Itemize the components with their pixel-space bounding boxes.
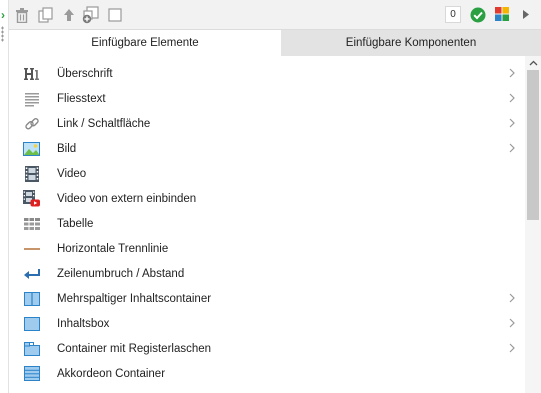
list-item-label: Überschrift [57, 67, 113, 80]
chevron-right-icon[interactable] [505, 116, 519, 130]
list-item-multicolumn-container[interactable]: Mehrspaltiger Inhaltscontainer [9, 286, 525, 311]
list-item-link[interactable]: Link / Schaltfläche [9, 111, 525, 136]
insert-component-icon[interactable] [82, 6, 100, 24]
toolbar: 0 [9, 0, 541, 30]
heading-icon [23, 65, 40, 82]
tabs-container-icon [23, 340, 40, 357]
list-item-label: Tabelle [57, 217, 94, 230]
scrollbar[interactable] [525, 56, 541, 393]
horizontal-rule-icon [23, 240, 40, 257]
list-item-label: Mehrspaltiger Inhaltscontainer [57, 292, 212, 305]
list-item-accordion-container[interactable]: Akkordeon Container [9, 361, 525, 386]
list-item-image[interactable]: Bild [9, 136, 525, 161]
chevron-right-icon[interactable] [505, 66, 519, 80]
list-item-label: Video von extern einbinden [57, 192, 197, 205]
caret-right-icon[interactable] [519, 6, 531, 22]
tab-bar: Einfügbare Elemente Einfügbare Komponent… [9, 30, 541, 56]
line-break-icon [23, 265, 40, 282]
element-list: Überschrift Fliesstext Link / Schaltfläc… [9, 56, 525, 393]
chevron-right-icon[interactable] [505, 316, 519, 330]
scroll-up-arrow-icon[interactable] [525, 56, 541, 70]
checkbox-icon[interactable] [106, 6, 124, 24]
list-item-line-break[interactable]: Zeilenumbruch / Abstand [9, 261, 525, 286]
paragraph-icon [23, 90, 40, 107]
list-item-label: Akkordeon Container [57, 367, 166, 380]
drag-grip-icon[interactable] [1, 26, 4, 42]
expand-panel-icon[interactable]: › [1, 9, 5, 21]
scroll-thumb[interactable] [527, 70, 539, 220]
accordion-icon [23, 365, 40, 382]
list-item-paragraph[interactable]: Fliesstext [9, 86, 525, 111]
counter-badge: 0 [445, 6, 461, 23]
link-icon [23, 115, 40, 132]
tab-insertable-components[interactable]: Einfügbare Komponenten [281, 30, 541, 56]
youtube-film-icon [23, 190, 40, 207]
list-item-label: Container mit Registerlaschen [57, 342, 212, 355]
check-circle-icon[interactable] [469, 6, 487, 24]
list-item-horizontal-rule[interactable]: Horizontale Trennlinie [9, 236, 525, 261]
chevron-right-icon[interactable] [505, 291, 519, 305]
film-icon [23, 165, 40, 182]
copy-icon[interactable] [37, 6, 55, 24]
list-item-heading[interactable]: Überschrift [9, 61, 525, 86]
list-item-label: Bild [57, 142, 77, 155]
tab-insertable-elements[interactable]: Einfügbare Elemente [9, 30, 281, 56]
list-item-label: Link / Schaltfläche [57, 117, 151, 130]
left-edge-strip: › [0, 0, 9, 393]
list-item-tabs-container[interactable]: Container mit Registerlaschen [9, 336, 525, 361]
chevron-right-icon[interactable] [505, 141, 519, 155]
columns-icon [23, 290, 40, 307]
list-item-external-video[interactable]: Video von extern einbinden [9, 186, 525, 211]
box-icon [23, 315, 40, 332]
list-item-label: Zeilenumbruch / Abstand [57, 267, 185, 280]
table-icon [23, 215, 40, 232]
list-item-table[interactable]: Tabelle [9, 211, 525, 236]
chevron-right-icon[interactable] [505, 341, 519, 355]
list-item-video[interactable]: Video [9, 161, 525, 186]
list-item-label: Horizontale Trennlinie [57, 242, 169, 255]
list-item-label: Inhaltsbox [57, 317, 110, 330]
chevron-right-icon[interactable] [505, 91, 519, 105]
list-item-content-box[interactable]: Inhaltsbox [9, 311, 525, 336]
list-item-label: Fliesstext [57, 92, 106, 105]
trash-icon[interactable] [13, 6, 31, 24]
list-item-label: Video [57, 167, 87, 180]
color-grid-icon[interactable] [494, 6, 510, 22]
image-icon [23, 140, 40, 157]
move-up-icon[interactable] [60, 6, 78, 24]
